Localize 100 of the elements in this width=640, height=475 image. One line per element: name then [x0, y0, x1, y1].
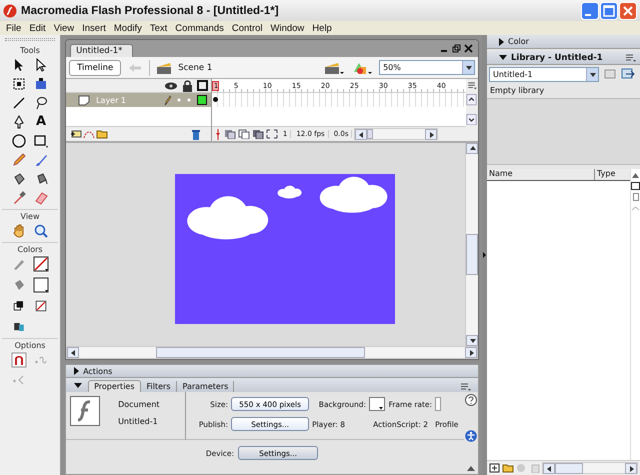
document-name: Untitled-1	[118, 417, 159, 426]
eraser-icon[interactable]	[33, 190, 50, 206]
outline-icon[interactable]	[196, 80, 208, 91]
scene-icon	[156, 60, 172, 74]
transform-icon[interactable]	[11, 76, 28, 92]
layer-name: Layer 1	[96, 96, 126, 104]
panel-title: Library - Untitled-1	[511, 52, 603, 62]
swap-colors-icon[interactable]	[12, 320, 26, 334]
oval-icon[interactable]	[11, 133, 28, 149]
horizontal-scrollbar[interactable]	[354, 128, 438, 140]
layer-icon	[78, 94, 90, 106]
menu-item[interactable]: Insert	[78, 22, 110, 34]
pencil-icon[interactable]	[11, 152, 28, 168]
onion-skin-icon[interactable]	[224, 129, 236, 139]
fill-swatch[interactable]	[33, 277, 50, 293]
onion-outlines-icon[interactable]	[238, 129, 250, 139]
accessibility-icon[interactable]	[465, 430, 478, 442]
zoom-icon[interactable]	[33, 223, 50, 239]
panel-title: Actions	[83, 366, 112, 376]
app-icon	[3, 4, 17, 18]
restore-icon[interactable]	[452, 44, 462, 53]
menu-item[interactable]: Help	[308, 22, 336, 34]
default-colors-icon[interactable]	[12, 300, 26, 312]
no-color-icon[interactable]	[34, 300, 48, 312]
maximize-button[interactable]	[600, 2, 618, 20]
layer-color-icon	[196, 95, 207, 105]
panel-tab[interactable]: Parameters	[178, 381, 234, 392]
frame-rate-field[interactable]	[435, 397, 442, 412]
rectangle-icon[interactable]	[33, 133, 50, 149]
sort-icon[interactable]	[631, 171, 640, 179]
brush-icon[interactable]	[33, 152, 50, 168]
menu-item[interactable]: Text	[146, 22, 172, 34]
stroke-swatch[interactable]	[33, 256, 50, 272]
collapse-icon[interactable]	[467, 465, 476, 471]
text-tool[interactable]: A	[33, 114, 50, 130]
options-menu-icon[interactable]	[460, 382, 472, 392]
new-folder-icon[interactable]	[502, 463, 514, 473]
tools-title: Tools	[19, 45, 41, 57]
column-header[interactable]: Name	[487, 169, 595, 180]
close-button[interactable]	[619, 2, 637, 20]
section-label: View	[2, 209, 58, 223]
lock-icon[interactable]	[182, 80, 193, 92]
back-arrow-icon	[127, 62, 144, 74]
trash-icon	[530, 463, 540, 473]
eye-icon[interactable]	[164, 80, 178, 90]
horizontal-scrollbar[interactable]	[542, 462, 638, 474]
library-panel-header[interactable]: Library - Untitled-1	[487, 51, 640, 65]
document-tab[interactable]: Untitled-1*	[70, 44, 134, 57]
panel-tab[interactable]: Properties	[88, 380, 141, 392]
folder-icon[interactable]	[96, 129, 108, 139]
onion-markers-icon[interactable]	[266, 129, 278, 139]
menu-item[interactable]: Control	[228, 22, 266, 34]
wide-view-icon[interactable]	[631, 182, 640, 190]
window-title: Macromedia Flash Professional 8 - [Untitled-1*]	[21, 4, 279, 16]
minimize-button[interactable]	[581, 2, 599, 20]
panel-title: Color	[508, 37, 529, 46]
center-frame-icon[interactable]	[214, 128, 222, 140]
vertical-scrollbar[interactable]	[465, 143, 478, 346]
keyframe-dot[interactable]	[212, 97, 218, 102]
column-header[interactable]: Type	[595, 169, 616, 180]
document-icon	[70, 396, 100, 426]
grip-handle[interactable]	[5, 38, 56, 41]
help-icon[interactable]	[465, 394, 478, 406]
new-library-panel-icon[interactable]	[621, 68, 635, 80]
zoom-dropdown[interactable]: 50%	[379, 60, 476, 75]
pencil-icon	[162, 94, 171, 106]
trash-icon[interactable]	[190, 128, 201, 140]
options-menu-icon[interactable]	[625, 52, 637, 62]
insert-layer-icon[interactable]	[70, 129, 82, 139]
horizontal-scrollbar[interactable]	[66, 346, 478, 359]
actions-panel-header[interactable]: Actions	[65, 364, 480, 378]
edit-multiple-frames-icon[interactable]	[252, 129, 264, 139]
panel-tab[interactable]: Filters	[142, 381, 176, 392]
collapse-arrow-icon[interactable]	[499, 55, 507, 60]
menu-item[interactable]: Window	[266, 22, 308, 34]
menu-item[interactable]: Commands	[171, 22, 228, 34]
timeline-button[interactable]: Timeline	[69, 60, 122, 76]
menu-item[interactable]: Modify	[110, 22, 146, 34]
menu-item[interactable]: File	[2, 22, 26, 34]
close-icon[interactable]	[464, 44, 474, 53]
menu-item[interactable]: Edit	[25, 22, 50, 34]
motion-guide-icon[interactable]	[83, 129, 96, 139]
menu-item[interactable]: View	[50, 22, 78, 34]
scroll-up-button[interactable]	[466, 94, 478, 106]
scene-label: Scene 1	[178, 62, 212, 72]
timeline-menu-icon[interactable]	[466, 81, 477, 90]
collapse-arrow-icon[interactable]	[74, 382, 82, 388]
line-icon[interactable]	[11, 95, 28, 111]
scroll-down-button[interactable]	[466, 114, 478, 125]
dot-icon	[186, 98, 191, 102]
snap-magnet-icon[interactable]	[11, 352, 28, 368]
cloud-drawing	[320, 176, 388, 213]
cloud-drawing	[278, 186, 302, 198]
document-type: Document	[118, 400, 160, 409]
color-panel-header[interactable]: Color	[487, 35, 640, 49]
library-dropdown[interactable]: Untitled-1	[489, 66, 599, 82]
new-symbol-icon[interactable]	[489, 463, 500, 473]
dot-icon	[176, 98, 181, 102]
expand-arrow-icon[interactable]	[499, 38, 504, 46]
background-color-swatch[interactable]	[369, 397, 386, 412]
